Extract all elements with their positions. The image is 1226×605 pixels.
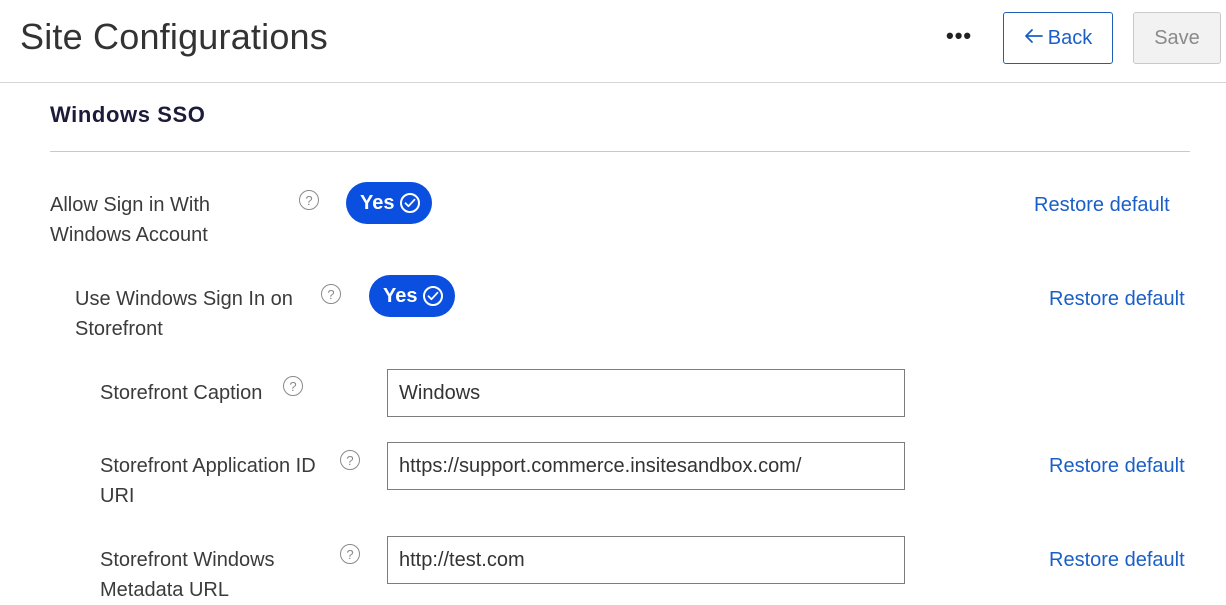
section-title: Windows SSO <box>50 102 206 127</box>
storefront-caption-input[interactable] <box>387 369 905 417</box>
use-windows-signin-storefront-label: Use Windows Sign In on Storefront <box>75 288 293 340</box>
page-title: Site Configurations <box>20 16 328 57</box>
more-options-icon[interactable]: ••• <box>946 25 972 47</box>
check-circle-icon <box>400 193 421 213</box>
help-icon[interactable]: ? <box>299 190 319 210</box>
page-header: Site Configurations ••• Back Save <box>0 0 1226 83</box>
restore-default-link[interactable]: Restore default <box>1034 194 1170 217</box>
arrow-left-icon <box>1024 27 1044 50</box>
section-divider <box>50 151 1190 152</box>
allow-windows-signin-label: Allow Sign in With Windows Account <box>50 194 211 246</box>
storefront-windows-metadata-url-label: Storefront Windows Metadata URL <box>100 549 275 601</box>
restore-default-link[interactable]: Restore default <box>1049 455 1185 478</box>
storefront-caption-label: Storefront Caption <box>100 382 263 404</box>
toggle-label: Yes <box>360 191 395 214</box>
help-icon[interactable]: ? <box>321 284 341 304</box>
storefront-app-id-uri-input[interactable] <box>387 442 905 490</box>
check-circle-icon <box>423 286 444 306</box>
help-icon[interactable]: ? <box>340 544 360 564</box>
toggle-label: Yes <box>383 284 418 307</box>
restore-default-link[interactable]: Restore default <box>1049 288 1185 311</box>
storefront-app-id-uri-label: Storefront Application ID URI <box>100 455 316 507</box>
back-button[interactable]: Back <box>1003 12 1113 64</box>
restore-default-link[interactable]: Restore default <box>1049 549 1185 572</box>
save-button[interactable]: Save <box>1133 12 1221 64</box>
storefront-windows-metadata-url-input[interactable] <box>387 536 905 584</box>
use-windows-signin-storefront-toggle[interactable]: Yes <box>369 275 456 317</box>
allow-windows-signin-toggle[interactable]: Yes <box>346 182 433 224</box>
help-icon[interactable]: ? <box>340 450 360 470</box>
back-button-label: Back <box>1047 26 1093 49</box>
help-icon[interactable]: ? <box>283 376 303 396</box>
